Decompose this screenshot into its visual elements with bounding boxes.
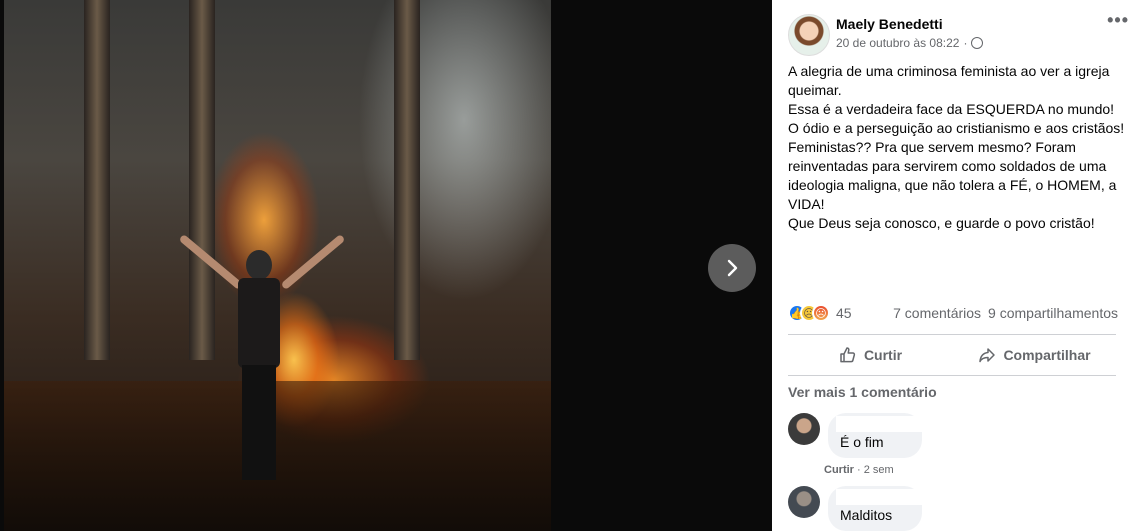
post-text-line: Feministas?? Pra que servem mesmo? Foram…: [788, 139, 1117, 212]
comment-text: Malditos: [840, 507, 893, 523]
redaction-box: [836, 416, 936, 432]
share-label: Compartilhar: [1003, 347, 1091, 363]
post-photo[interactable]: [4, 0, 551, 531]
more-options-button[interactable]: •••: [1107, 10, 1129, 31]
post-text-line: Essa é a verdadeira face da ESQUERDA no …: [788, 101, 1115, 117]
post-text-line: Que Deus seja conosco, e guarde o povo c…: [788, 215, 1095, 231]
reaction-count[interactable]: 45: [836, 305, 852, 321]
comment-bubble: É o fim: [828, 413, 936, 458]
comment-age[interactable]: 2 sem: [864, 464, 894, 476]
post-header: Maely Benedetti 20 de outubro às 08:22 ·: [788, 14, 1128, 56]
post-meta: 20 de outubro às 08:22 ·: [836, 36, 984, 50]
photo-viewer: [0, 0, 772, 531]
angry-icon[interactable]: ☹: [812, 304, 830, 322]
post-actions: Curtir Compartilhar: [788, 335, 1116, 375]
commenter-name[interactable]: [836, 489, 936, 505]
chevron-right-icon: [727, 259, 738, 277]
divider: [788, 375, 1116, 376]
thumbs-up-icon: [840, 347, 856, 363]
photo-pillar: [189, 0, 215, 360]
like-label: Curtir: [863, 347, 903, 363]
post-timestamp[interactable]: 20 de outubro às 08:22: [836, 36, 959, 50]
photo-pillar: [394, 0, 420, 360]
redaction-box: [836, 489, 936, 505]
comment-actions: Curtir · 2 sem: [824, 464, 894, 476]
comment-count[interactable]: 7 comentários: [893, 305, 981, 321]
photo-person: [230, 250, 288, 480]
comment-text: É o fim: [840, 434, 884, 450]
commenter-name[interactable]: [836, 416, 936, 432]
globe-icon: [971, 37, 984, 49]
photo-arm: [280, 233, 346, 291]
commenter-avatar[interactable]: [788, 413, 820, 445]
post-text: A alegria de uma criminosa feminista ao …: [788, 62, 1128, 233]
photo-pillar: [84, 0, 110, 360]
comment-bubble: Malditos: [828, 486, 936, 531]
like-button[interactable]: Curtir: [788, 335, 952, 375]
view-more-comments-link[interactable]: Ver mais 1 comentário: [788, 384, 937, 400]
share-button[interactable]: Compartilhar: [952, 335, 1116, 375]
author-avatar[interactable]: [788, 14, 830, 56]
next-photo-button[interactable]: [708, 244, 756, 292]
comment-like-button[interactable]: Curtir: [824, 464, 854, 476]
commenter-avatar[interactable]: [788, 486, 820, 518]
post-stats: 7 comentários 9 compartilhamentos: [893, 305, 1118, 321]
author-name[interactable]: Maely Benedetti: [836, 16, 943, 32]
post-panel: Maely Benedetti 20 de outubro às 08:22 ·…: [772, 0, 1139, 531]
share-count[interactable]: 9 compartilhamentos: [988, 305, 1118, 321]
post-text-line: A alegria de uma criminosa feminista ao …: [788, 63, 1110, 98]
post-text-line: O ódio e a perseguição ao cristianismo e…: [788, 120, 1125, 136]
reactions-bar: 👍 ☹ ☹ 45 7 comentários 9 compartilhament…: [788, 302, 1118, 324]
share-arrow-icon: [979, 348, 996, 363]
